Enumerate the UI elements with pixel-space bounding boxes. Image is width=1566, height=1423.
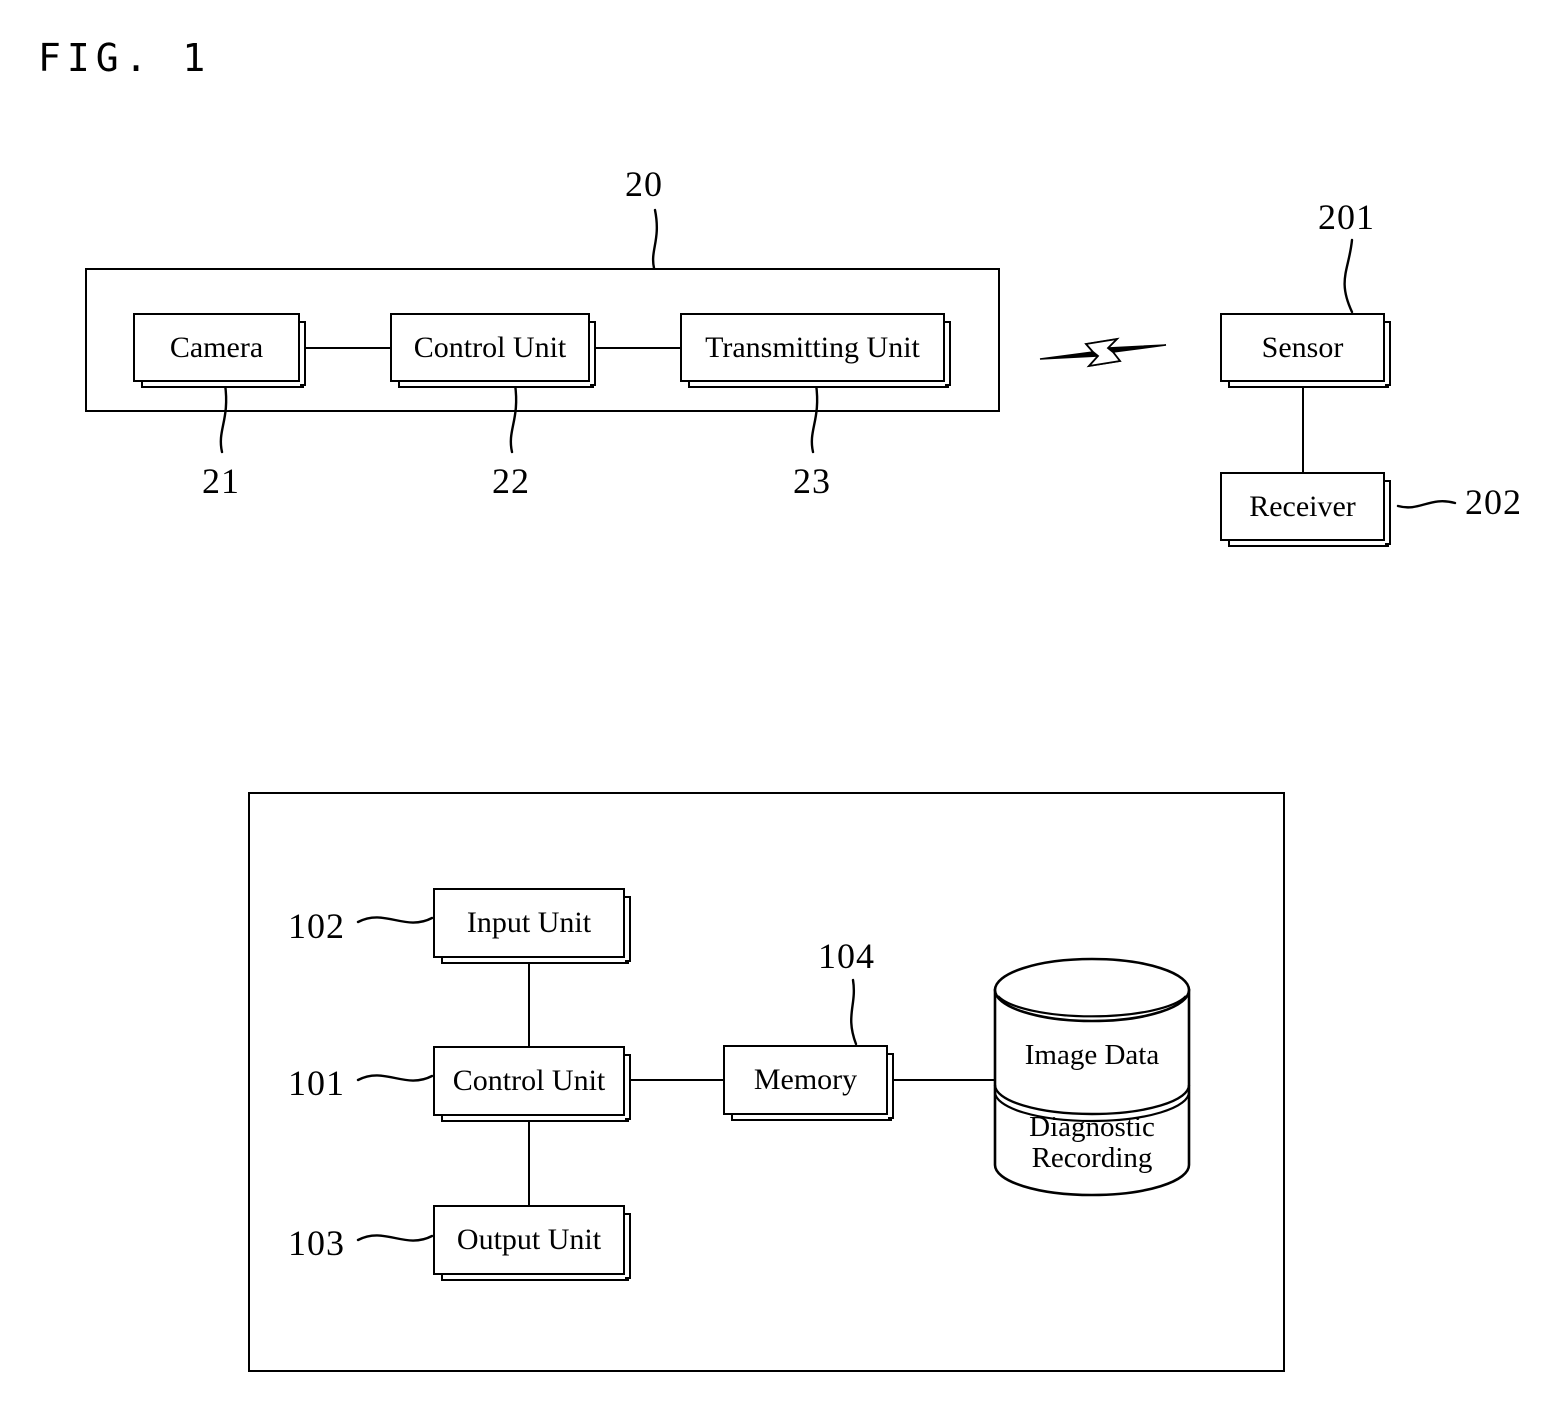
ref-num-104: 104 [818, 936, 875, 976]
unit-output-label: Output Unit [456, 1223, 602, 1256]
connector-camera-control [300, 347, 390, 349]
ref-num-202: 202 [1465, 482, 1522, 522]
unit-camera-label: Camera [169, 330, 264, 364]
unit-control-top[interactable]: Control Unit [390, 313, 596, 388]
unit-transmitting[interactable]: Transmitting Unit [680, 313, 951, 388]
leader-line-202 [1396, 500, 1457, 509]
unit-input[interactable]: Input Unit [433, 888, 631, 964]
unit-sensor[interactable]: Sensor [1220, 313, 1391, 388]
figure-title: FIG. 1 [38, 36, 212, 80]
database-bottom-label-line2: Recording [1031, 1142, 1153, 1174]
ref-num-201: 201 [1318, 197, 1375, 237]
unit-memory-label: Memory [753, 1063, 858, 1096]
unit-control-top-label: Control Unit [413, 330, 567, 364]
database-top-label: Image Data [1024, 1039, 1160, 1071]
unit-control-bottom[interactable]: Control Unit [433, 1046, 631, 1122]
ref-num-101: 101 [288, 1063, 345, 1103]
unit-camera[interactable]: Camera [133, 313, 306, 388]
database-bottom-label-line1: Diagnostic [1029, 1111, 1155, 1143]
leader-line-20 [651, 208, 659, 270]
ref-num-23: 23 [793, 461, 831, 501]
unit-receiver-label: Receiver [1249, 489, 1356, 523]
unit-receiver[interactable]: Receiver [1220, 472, 1391, 547]
ref-num-102: 102 [288, 906, 345, 946]
ref-num-103: 103 [288, 1223, 345, 1263]
patent-figure: FIG. 1 Camera Control Unit Transmitting … [0, 0, 1566, 1423]
connector-sensor-receiver [1302, 382, 1304, 472]
unit-control-bottom-label: Control Unit [452, 1064, 606, 1097]
connector-input-control [528, 958, 530, 1046]
connector-control-memory [625, 1079, 723, 1081]
leader-line-201 [1343, 238, 1354, 314]
unit-transmitting-label: Transmitting Unit [705, 330, 920, 364]
unit-sensor-label: Sensor [1261, 330, 1344, 364]
unit-input-label: Input Unit [466, 906, 592, 939]
unit-output[interactable]: Output Unit [433, 1205, 631, 1281]
connector-control-output [528, 1116, 530, 1205]
ref-num-21: 21 [202, 461, 240, 501]
ref-num-22: 22 [492, 461, 530, 501]
unit-memory[interactable]: Memory [723, 1045, 894, 1121]
lightning-bolt-icon [1039, 337, 1167, 368]
ref-num-20: 20 [625, 164, 663, 204]
connector-memory-database [888, 1079, 1003, 1081]
connector-control-transmitting [590, 347, 680, 349]
